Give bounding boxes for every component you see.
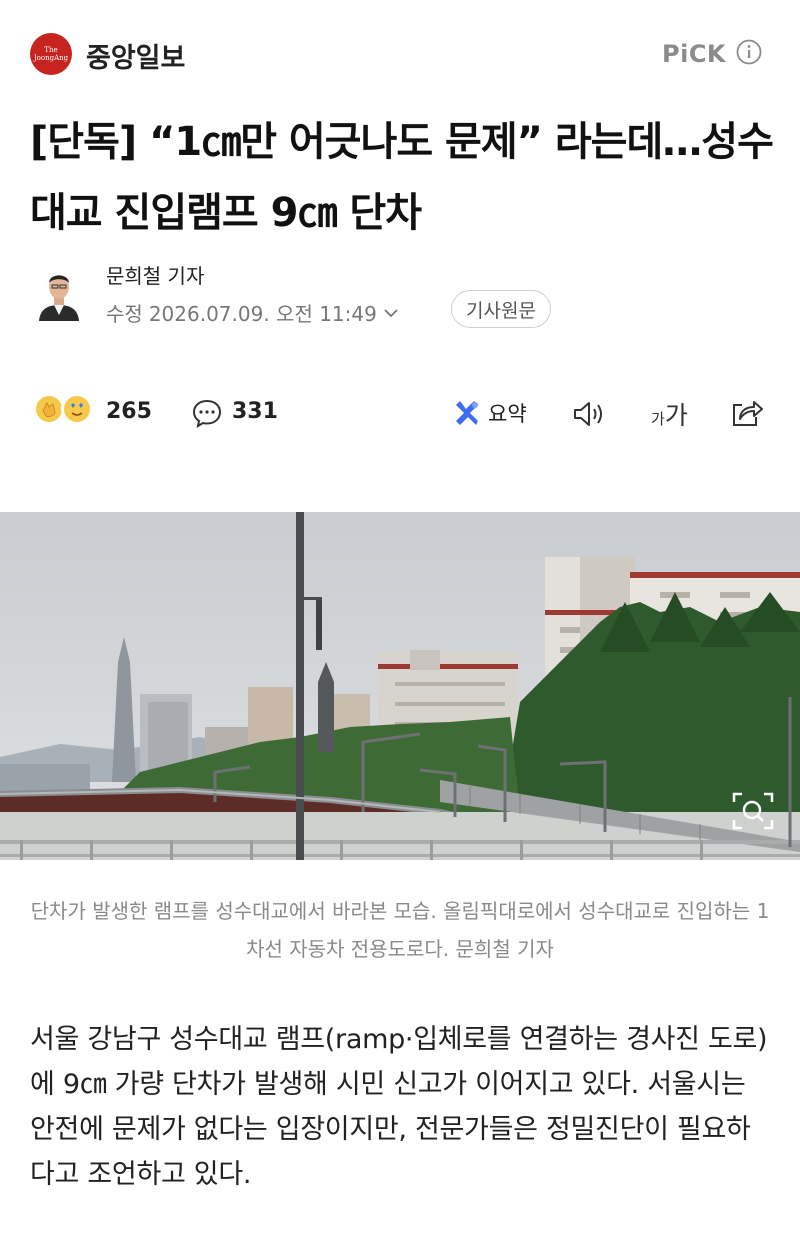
article-headline: [단독] “1㎝만 어긋나도 문제” 라는데…성수대교 진입램프 9㎝ 단차 [30,119,774,236]
zoom-icon[interactable] [730,790,776,832]
timestamp-row[interactable]: 수정 2026.07.09. 오전 11:49 [106,298,399,327]
publisher-logo-text: The JoongAng [33,46,69,62]
summary-button[interactable]: 요약 [452,398,527,428]
photo-caption: 단차가 발생한 램프를 성수대교에서 바라본 모습. 올림픽대로에서 성수대교로… [30,899,770,961]
font-size-small: 가 [651,410,665,428]
article-body: 서울 강남구 성수대교 램프(ramp·입체로를 연결하는 경사진 도로)에 9… [30,1024,768,1190]
share-icon[interactable] [730,397,764,429]
timestamp: 2026.07.09. 오전 11:49 [148,302,377,326]
article-photo[interactable] [0,512,800,860]
publisher-name[interactable]: 중앙일보 [86,36,185,75]
author-name[interactable]: 문희철 기자 [106,260,204,289]
comment-icon[interactable] [191,397,223,429]
info-icon[interactable] [736,39,762,65]
original-article-button[interactable]: 기사원문 [451,290,551,328]
summary-label: 요약 [488,402,527,426]
pick-badge: PiCK [662,40,727,68]
font-size-large: 가 [664,401,688,430]
heart-eyes-emoji-icon [61,393,93,425]
author-avatar[interactable] [36,265,82,321]
chevron-down-icon[interactable] [383,305,399,321]
reaction-button[interactable] [33,393,93,425]
font-size-button[interactable]: 가가 [651,396,688,432]
comment-count[interactable]: 331 [232,399,278,424]
speaker-icon[interactable] [572,399,608,429]
publisher-logo[interactable]: The JoongAng [30,33,72,75]
reaction-count: 265 [106,399,152,424]
photo-scene [0,512,800,860]
modified-label: 수정 [106,302,143,326]
summary-icon [456,401,478,425]
